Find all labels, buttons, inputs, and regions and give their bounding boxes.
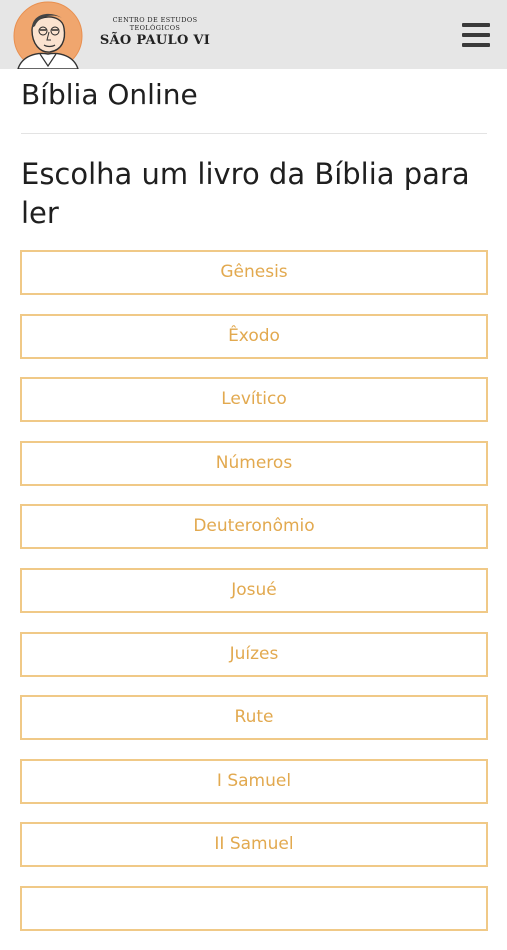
- book-button-deuteronomio[interactable]: Deuteronômio: [20, 504, 488, 550]
- book-button-i-samuel[interactable]: I Samuel: [20, 758, 488, 804]
- menu-bar-top: [462, 23, 490, 27]
- logo-line-1: CENTRO DE ESTUDOS: [112, 16, 198, 24]
- title-divider: [21, 133, 487, 134]
- logo-wordmark: CENTRO DE ESTUDOS TEOLÓGICOS SÃO PAULO V…: [96, 16, 214, 49]
- logo-line-3: SÃO PAULO VI: [99, 33, 211, 48]
- hamburger-menu-icon[interactable]: [460, 20, 492, 50]
- menu-bar-bottom: [462, 43, 490, 47]
- page-title: Bíblia Online: [21, 78, 198, 111]
- logo-line-2: TEOLÓGICOS: [129, 24, 181, 32]
- book-button-ii-samuel[interactable]: II Samuel: [20, 822, 488, 868]
- book-button-juizes[interactable]: Juízes: [20, 631, 488, 677]
- book-list: Gênesis Êxodo Levítico Números Deuteronô…: [20, 250, 488, 950]
- book-button-rute[interactable]: Rute: [20, 695, 488, 741]
- book-button-next-partial[interactable]: [20, 885, 488, 931]
- book-button-levitico[interactable]: Levítico: [20, 377, 488, 423]
- portrait-emblem-icon: [13, 1, 83, 69]
- book-button-exodo[interactable]: Êxodo: [20, 313, 488, 359]
- book-button-numeros[interactable]: Números: [20, 440, 488, 486]
- section-heading: Escolha um livro da Bíblia para ler: [21, 157, 470, 230]
- site-header: CENTRO DE ESTUDOS TEOLÓGICOS SÃO PAULO V…: [0, 0, 507, 69]
- book-button-genesis[interactable]: Gênesis: [20, 250, 488, 295]
- book-button-josue[interactable]: Josué: [20, 567, 488, 613]
- site-logo[interactable]: CENTRO DE ESTUDOS TEOLÓGICOS SÃO PAULO V…: [10, 0, 210, 69]
- menu-bar-middle: [462, 33, 490, 37]
